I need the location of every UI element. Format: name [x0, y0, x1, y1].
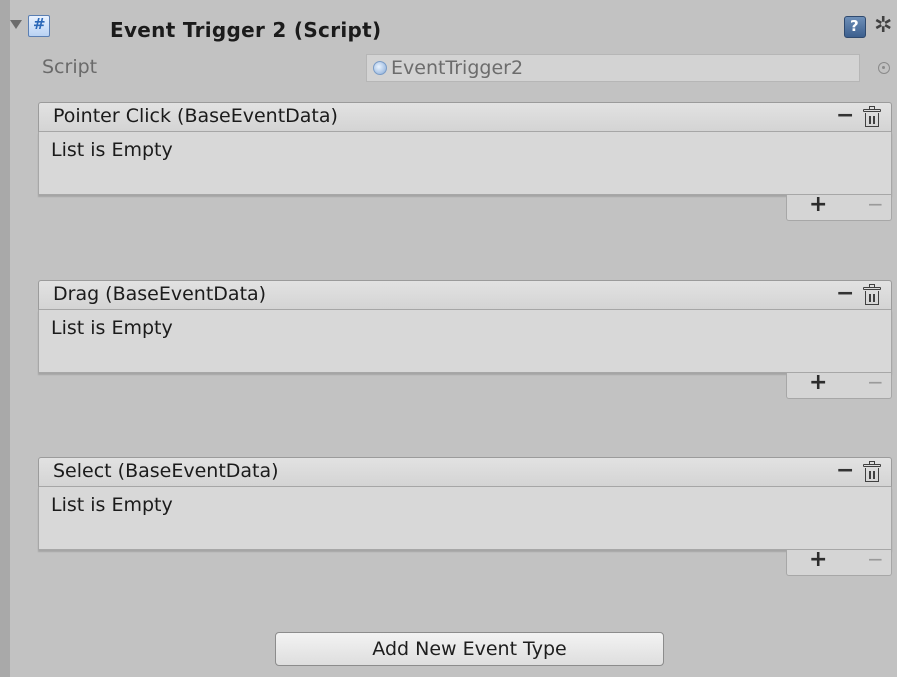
event-list-body: List is Empty: [38, 487, 892, 550]
object-picker-icon[interactable]: [878, 62, 890, 74]
script-field-icon: [373, 61, 387, 75]
event-title: Drag (BaseEventData): [53, 283, 267, 305]
collapse-minus-button[interactable]: −: [836, 281, 854, 306]
script-field-value: EventTrigger2: [391, 57, 524, 79]
list-footer: + −: [786, 192, 892, 221]
collapse-minus-button[interactable]: −: [836, 103, 854, 128]
event-list-body: List is Empty: [38, 132, 892, 195]
event-header: Drag (BaseEventData) −: [38, 280, 892, 310]
remove-item-button[interactable]: −: [867, 370, 884, 394]
event-title: Pointer Click (BaseEventData): [53, 105, 338, 127]
empty-list-text: List is Empty: [51, 317, 173, 339]
remove-item-button[interactable]: −: [867, 547, 884, 571]
add-item-button[interactable]: +: [809, 370, 827, 395]
empty-list-text: List is Empty: [51, 494, 173, 516]
event-header: Pointer Click (BaseEventData) −: [38, 102, 892, 132]
event-title: Select (BaseEventData): [53, 460, 279, 482]
add-new-event-type-button[interactable]: Add New Event Type: [275, 632, 664, 666]
foldout-arrow-icon[interactable]: [10, 20, 22, 29]
list-footer: + −: [786, 370, 892, 399]
add-item-button[interactable]: +: [809, 547, 827, 572]
script-label: Script: [42, 56, 98, 78]
gear-icon[interactable]: ✲: [874, 13, 892, 38]
trash-icon[interactable]: [863, 461, 881, 483]
event-list-body: List is Empty: [38, 310, 892, 373]
empty-list-text: List is Empty: [51, 139, 173, 161]
trash-icon[interactable]: [863, 284, 881, 306]
add-item-button[interactable]: +: [809, 192, 827, 217]
collapse-minus-button[interactable]: −: [836, 458, 854, 483]
script-field[interactable]: EventTrigger2: [366, 54, 860, 82]
component-title[interactable]: Event Trigger 2 (Script): [110, 18, 381, 42]
help-icon[interactable]: [844, 16, 866, 38]
trash-icon[interactable]: [863, 106, 881, 128]
remove-item-button[interactable]: −: [867, 192, 884, 216]
event-header: Select (BaseEventData) −: [38, 457, 892, 487]
csharp-script-icon: [28, 15, 50, 37]
list-footer: + −: [786, 547, 892, 576]
